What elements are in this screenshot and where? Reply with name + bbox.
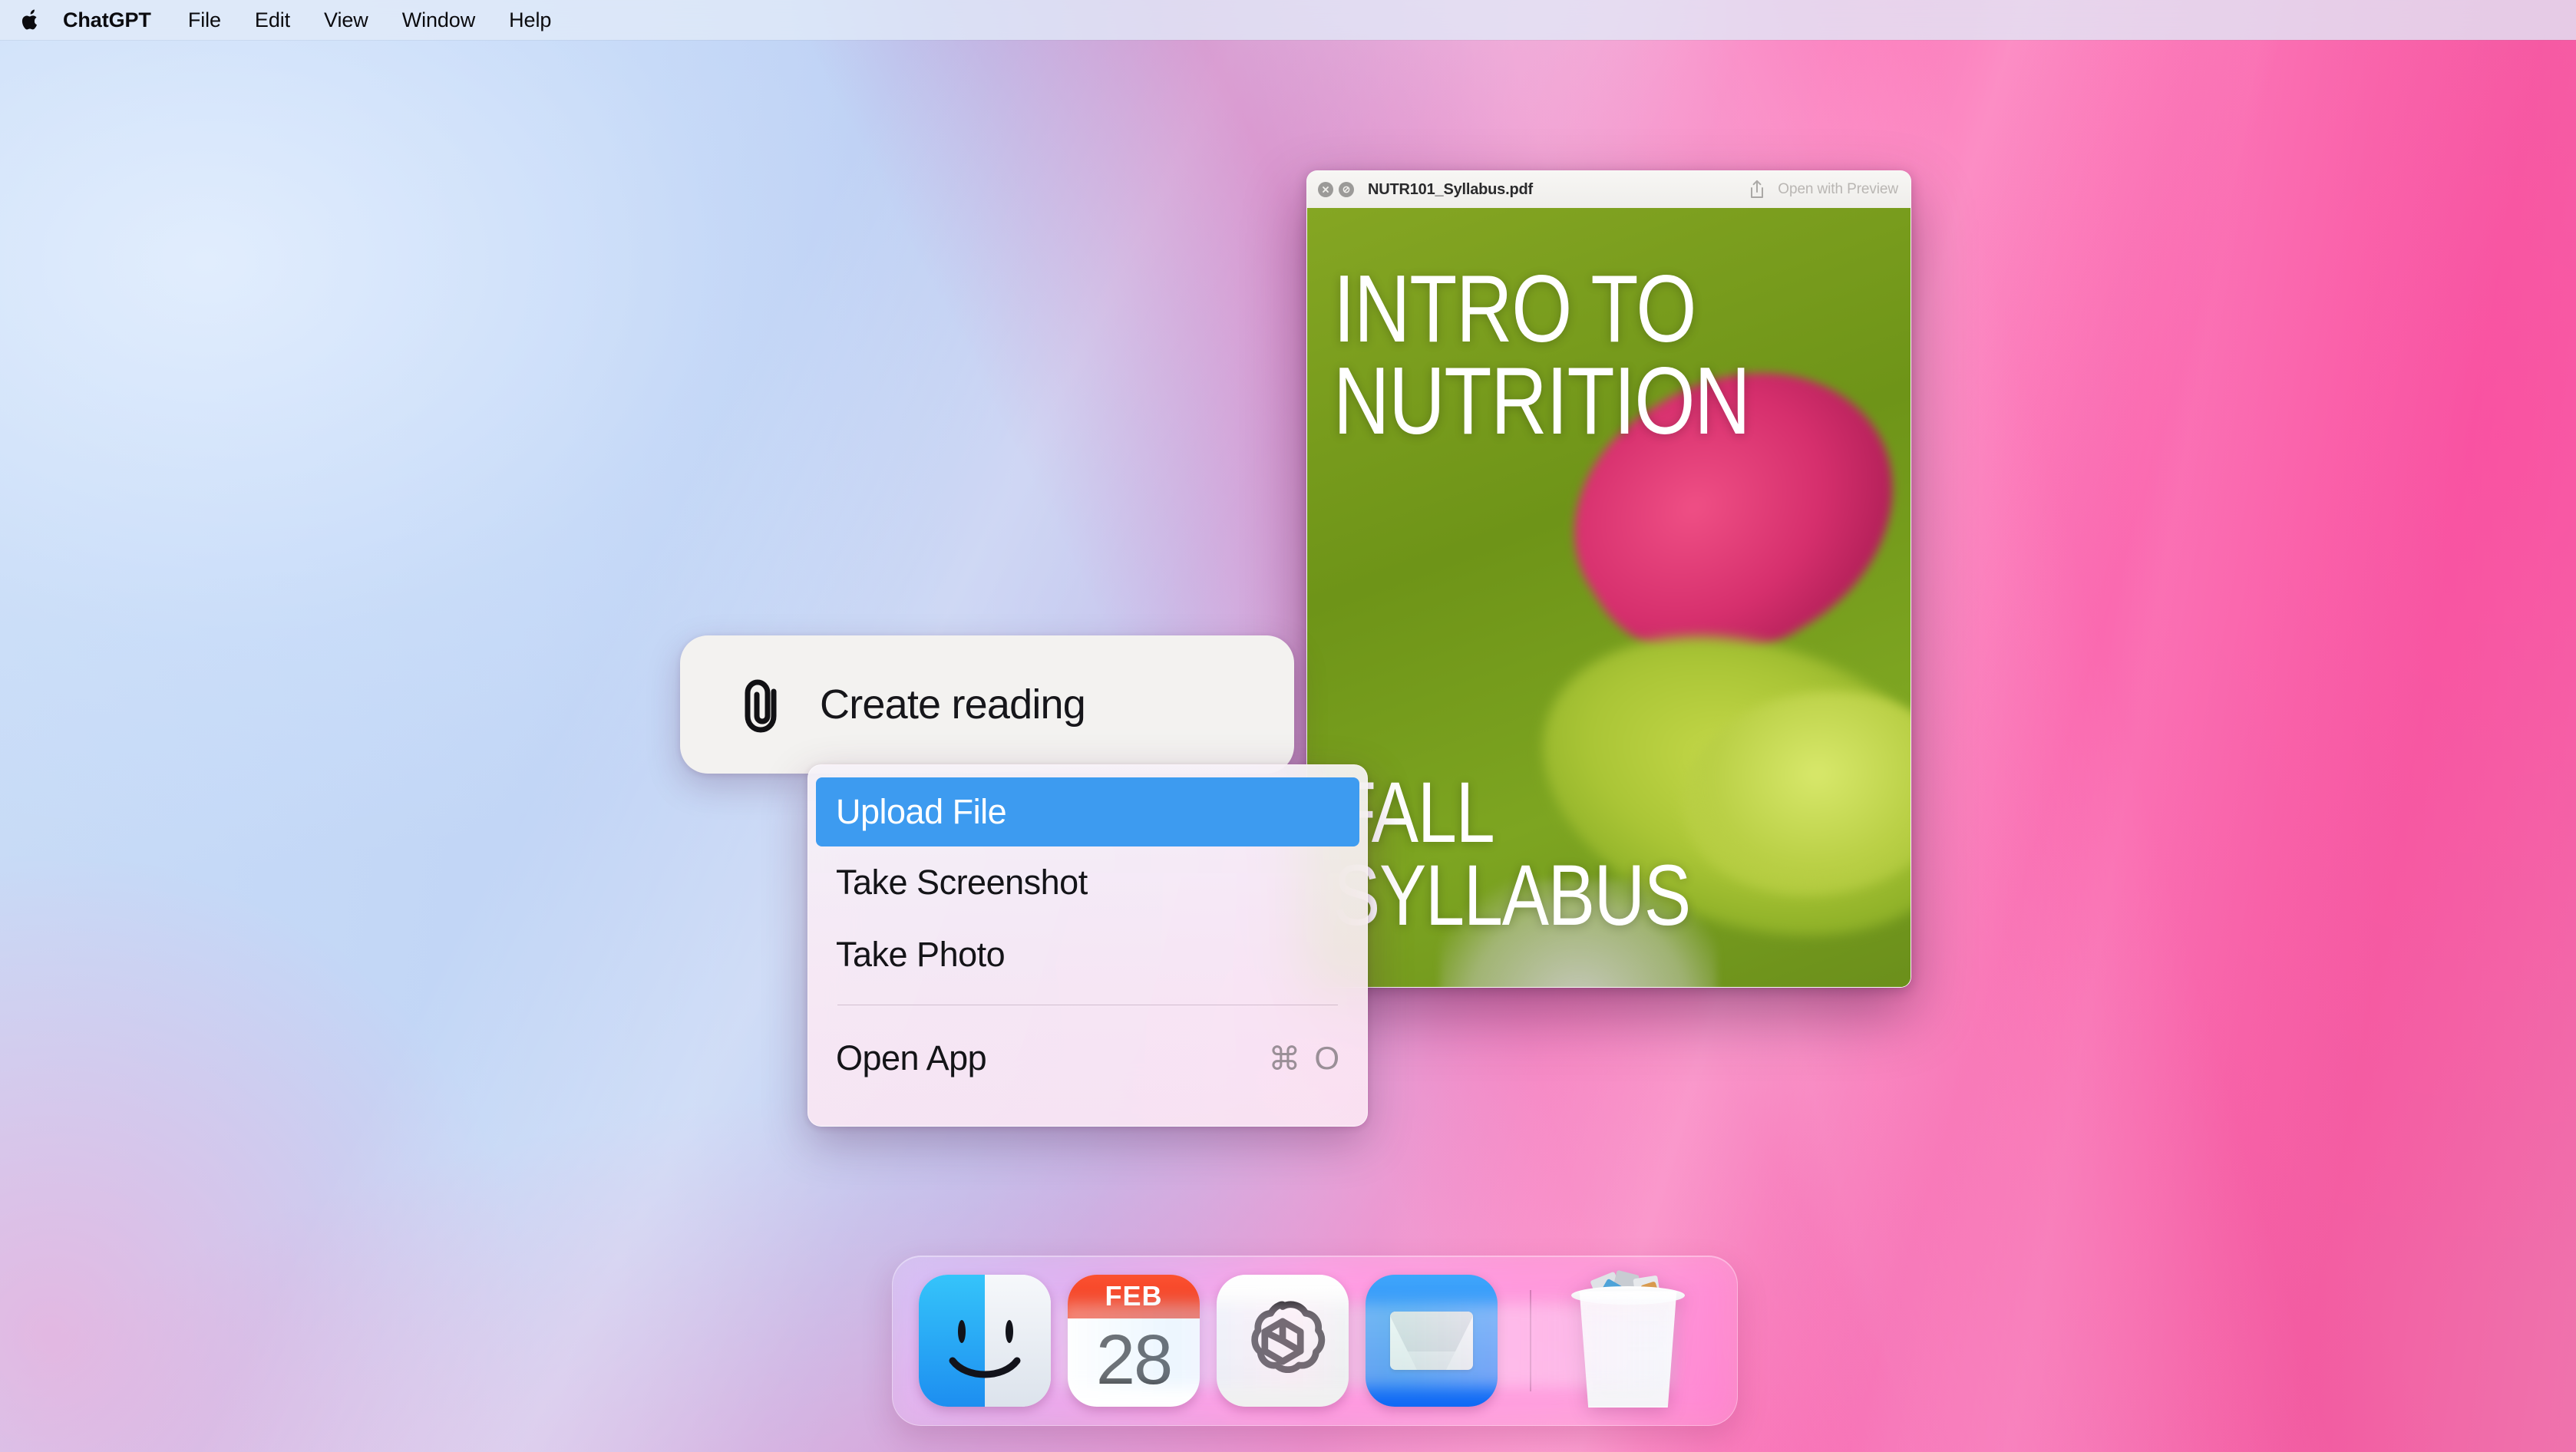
menu-option-label: Upload File	[836, 792, 1007, 831]
dock-item-mail[interactable]	[1366, 1275, 1498, 1407]
shortcut-key-letter: O	[1314, 1040, 1339, 1076]
calendar-day-number: 28	[1095, 1320, 1173, 1399]
document-subhead: FALL SYLLABUS	[1333, 764, 1691, 944]
menu-option-label: Open App	[836, 1038, 987, 1077]
calendar-month-label: FEB	[1105, 1280, 1163, 1312]
menu-option-open-app[interactable]: Open App ⌘ O	[808, 1022, 1367, 1094]
calendar-month-band: FEB	[1068, 1275, 1200, 1318]
create-reading-label: Create reading	[820, 681, 1086, 728]
share-icon[interactable]	[1749, 180, 1765, 200]
menu-item-window[interactable]: Window	[385, 0, 492, 40]
trash-bin	[1579, 1291, 1677, 1407]
apple-logo-icon[interactable]	[17, 5, 43, 35]
command-key-glyph: ⌘	[1268, 1040, 1301, 1077]
create-reading-pill[interactable]: Create reading	[680, 635, 1294, 774]
menu-item-edit[interactable]: Edit	[238, 0, 307, 40]
menu-option-label: Take Photo	[836, 935, 1006, 974]
menu-option-upload-file[interactable]: Upload File	[816, 777, 1359, 846]
menu-option-label: Take Screenshot	[836, 863, 1088, 902]
expand-icon[interactable]	[1339, 182, 1354, 197]
menu-option-take-screenshot[interactable]: Take Screenshot	[808, 846, 1367, 919]
dock-item-chatgpt[interactable]	[1217, 1275, 1349, 1407]
menu-option-shortcut: ⌘ O	[1268, 1040, 1339, 1077]
paperclip-icon[interactable]	[740, 676, 788, 733]
quicklook-document-page: INTRO TO NUTRITION FALL SYLLABUS	[1307, 208, 1911, 987]
menu-item-chatgpt[interactable]: ChatGPT	[63, 0, 171, 40]
document-headline: INTRO TO NUTRITION	[1333, 256, 1751, 455]
upload-context-menu: Upload File Take Screenshot Take Photo O…	[807, 764, 1368, 1127]
close-icon[interactable]	[1318, 182, 1333, 197]
menu-item-file[interactable]: File	[171, 0, 238, 40]
menu-item-help[interactable]: Help	[492, 0, 568, 40]
desktop: ChatGPT File Edit View Window Help NUTR1…	[0, 0, 2576, 1452]
quicklook-window: NUTR101_Syllabus.pdf Open with Preview I…	[1306, 170, 1911, 988]
dock: FEB 28	[892, 1256, 1738, 1426]
menu-item-view[interactable]: View	[307, 0, 385, 40]
envelope-icon	[1390, 1312, 1473, 1370]
dock-item-trash[interactable]	[1564, 1269, 1693, 1409]
dock-item-calendar[interactable]: FEB 28	[1068, 1275, 1200, 1407]
quicklook-filename: NUTR101_Syllabus.pdf	[1368, 180, 1533, 198]
open-with-preview-button[interactable]: Open with Preview	[1778, 181, 1898, 198]
quicklook-titlebar: NUTR101_Syllabus.pdf Open with Preview	[1307, 171, 1911, 208]
menu-option-take-photo[interactable]: Take Photo	[808, 919, 1367, 991]
dock-divider	[1530, 1290, 1531, 1391]
dock-item-finder[interactable]	[919, 1275, 1051, 1407]
menu-bar: ChatGPT File Edit View Window Help	[0, 0, 2576, 40]
quicklook-actions: Open with Preview	[1749, 180, 1898, 200]
